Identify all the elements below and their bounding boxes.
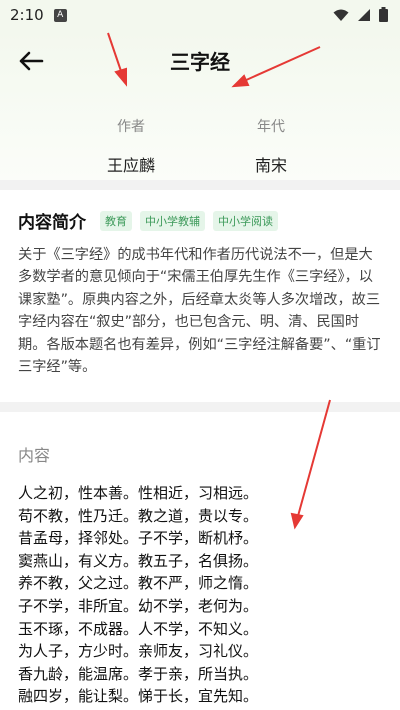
tag-reading[interactable]: 中小学阅读 xyxy=(213,210,278,231)
era-label: 年代 xyxy=(257,119,285,135)
poem-text: 人之初，性本善。性相近，习相远。 苟不教，性乃迁。教之道，贵以专。 昔孟母，择邻… xyxy=(18,482,388,708)
intro-section: 内容简介 教育 中小学教辅 中小学阅读 关于《三字经》的成书年代和作者历代说法不… xyxy=(0,190,400,402)
section-divider xyxy=(0,180,400,190)
content-label: 内容 xyxy=(18,446,51,465)
wifi-icon xyxy=(333,9,349,21)
notification-badge: A xyxy=(53,8,67,22)
signal-icon xyxy=(358,8,370,21)
battery-icon xyxy=(379,7,388,22)
author-info: 作者 王应麟 xyxy=(81,116,181,176)
poem-line: 养不教，父之过。教不严，师之惰。 xyxy=(18,574,259,593)
poem-line: 香九龄，能温席。孝于亲，所当执。 xyxy=(18,664,259,683)
status-time: 2:10 xyxy=(10,6,44,24)
author-value[interactable]: 王应麟 xyxy=(81,152,181,176)
poem-line: 融四岁，能让梨。悌于长，宜先知。 xyxy=(18,687,259,706)
author-label: 作者 xyxy=(117,119,145,135)
era-value[interactable]: 南宋 xyxy=(221,152,321,176)
poem-line: 为人子，方少时。亲师友，习礼仪。 xyxy=(18,642,259,661)
poem-line: 苟不教，性乃迁。教之道，贵以专。 xyxy=(18,506,259,525)
poem-line: 子不学，非所宜。幼不学，老何为。 xyxy=(18,596,259,615)
status-icons xyxy=(333,7,388,22)
poem-line: 昔孟母，择邻处。子不学，断机杼。 xyxy=(18,529,259,548)
intro-text: 关于《三字经》的成书年代和作者历代说法不一，但是大多数学者的意见倾向于“宋儒王伯… xyxy=(18,247,381,376)
poem-line: 玉不琢，不成器。人不学，不知义。 xyxy=(18,619,259,638)
intro-title: 内容简介 xyxy=(18,213,86,233)
status-bar: 2:10 A xyxy=(0,0,400,30)
book-header: 三字经 作者 王应麟 年代 南宋 xyxy=(0,30,400,180)
poem-line: 窦燕山，有义方。教五子，名俱扬。 xyxy=(18,551,259,570)
section-divider xyxy=(0,402,400,412)
intro-header: 内容简介 教育 中小学教辅 中小学阅读 xyxy=(18,208,286,233)
tag-education[interactable]: 教育 xyxy=(100,210,132,231)
era-info: 年代 南宋 xyxy=(221,116,321,176)
content-section: 内容 人之初，性本善。性相近，习相远。 苟不教，性乃迁。教之道，贵以专。 昔孟母… xyxy=(0,412,400,710)
poem-line: 人之初，性本善。性相近，习相远。 xyxy=(18,484,259,502)
tag-teaching-aid[interactable]: 中小学教辅 xyxy=(140,210,205,231)
page-title: 三字经 xyxy=(170,50,230,74)
